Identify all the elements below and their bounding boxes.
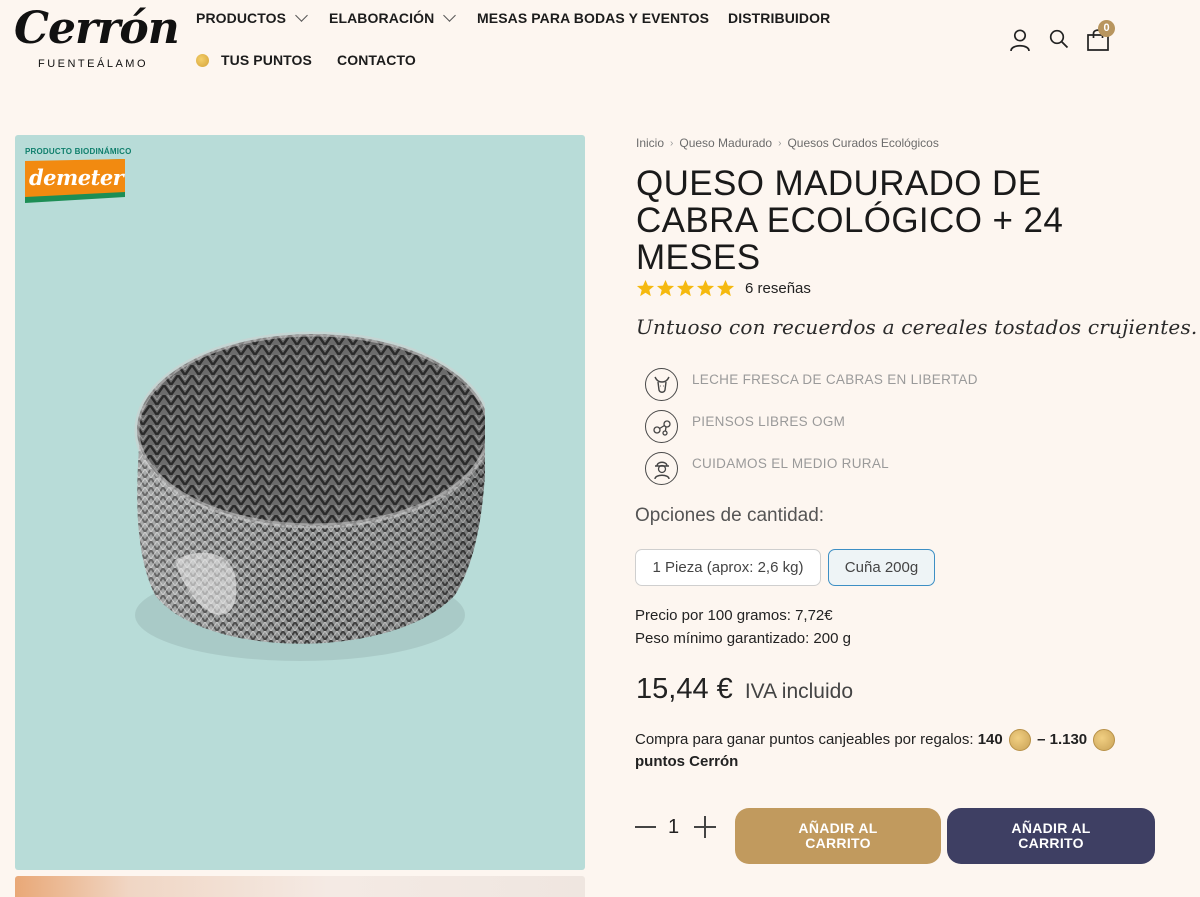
coin-icon	[1008, 729, 1031, 752]
price-per-100g: Precio por 100 gramos: 7,72€	[635, 607, 833, 624]
reviews-link[interactable]: 6 reseñas	[745, 280, 811, 297]
feature-ogm-text: PIENSOS LIBRES OGM	[692, 414, 846, 429]
points-min: 140	[977, 731, 1003, 748]
quantity-input[interactable]: 1	[668, 816, 679, 839]
quantity-increase-button[interactable]	[694, 816, 716, 838]
feature-goats-text: LECHE FRESCA DE CABRAS EN LIBERTAD	[692, 372, 978, 387]
feature-goats: LECHE FRESCA DE CABRAS EN LIBERTAD	[645, 368, 978, 401]
add-to-cart-alt-label: AÑADIR AL CARRITO	[1011, 820, 1091, 851]
nav-contacto[interactable]: CONTACTO	[337, 52, 416, 68]
nav-elaboracion[interactable]: ELABORACIÓN	[329, 9, 457, 26]
feature-ogm: PIENSOS LIBRES OGM	[645, 410, 845, 443]
product-tagline: Untuoso con recuerdos a cereales tostado…	[636, 315, 1198, 339]
farmer-icon	[645, 452, 678, 485]
quantity-decrease-button[interactable]	[635, 826, 656, 828]
demeter-logo-text: demeter	[29, 165, 124, 190]
price-value: 15,44 €	[636, 673, 733, 705]
feature-rural-text: CUIDAMOS EL MEDIO RURAL	[692, 456, 889, 471]
product-price: 15,44 € IVA incluido	[636, 673, 853, 706]
option-wedge-200g[interactable]: Cuña 200g	[828, 549, 935, 586]
cart-count-badge: 0	[1098, 20, 1115, 37]
molecule-icon	[645, 410, 678, 443]
star-icon	[656, 279, 675, 297]
chevron-right-icon: ›	[778, 137, 782, 149]
star-icon	[676, 279, 695, 297]
breadcrumb: Inicio › Queso Madurado › Quesos Curados…	[636, 136, 939, 150]
nav-mesas-label: MESAS PARA BODAS Y EVENTOS	[477, 10, 710, 26]
points-text: Compra para ganar puntos canjeables por …	[635, 731, 974, 748]
biodynamic-label: PRODUCTO BIODINÁMICO	[25, 147, 132, 156]
user-icon[interactable]	[1009, 28, 1031, 57]
breadcrumb-quesos-curados[interactable]: Quesos Curados Ecológicos	[787, 136, 938, 150]
chevron-right-icon: ›	[670, 137, 674, 149]
nav-contacto-label: CONTACTO	[337, 52, 416, 68]
coin-icon	[196, 53, 209, 67]
star-icon	[716, 279, 735, 297]
brand-name: Cerrón	[14, 3, 180, 54]
points-max: 1.130	[1049, 731, 1088, 748]
add-to-cart-button-alt[interactable]: AÑADIR AL CARRITO	[947, 808, 1155, 864]
points-unit: puntos Cerrón	[635, 753, 739, 771]
nav-tus-puntos[interactable]: TUS PUNTOS	[196, 52, 312, 68]
star-icon	[636, 279, 655, 297]
product-thumbnail[interactable]	[15, 876, 585, 897]
cart-button[interactable]: 0	[1086, 20, 1115, 52]
points-separator: –	[1037, 731, 1046, 748]
loyalty-points: Compra para ganar puntos canjeables por …	[635, 729, 1175, 773]
brand-subtitle: FUENTEÁLAMO	[37, 58, 148, 70]
goat-icon	[645, 368, 678, 401]
chevron-down-icon	[443, 9, 457, 22]
chevron-down-icon	[295, 9, 308, 22]
breadcrumb-inicio[interactable]: Inicio	[636, 136, 664, 150]
nav-elaboracion-label: ELABORACIÓN	[329, 10, 435, 26]
nav-distribuidor-label: DISTRIBUIDOR	[728, 10, 831, 26]
quantity-options-label: Opciones de cantidad:	[635, 505, 825, 526]
search-icon[interactable]	[1049, 29, 1069, 54]
product-image[interactable]: PRODUCTO BIODINÁMICO demeter	[15, 135, 585, 870]
product-title: QUESO MADURADO DE CABRA ECOLÓGICO + 24 M…	[636, 164, 1064, 277]
minimum-weight: Peso mínimo garantizado: 200 g	[635, 630, 851, 647]
cheese-wheel	[134, 331, 485, 661]
coin-icon	[1093, 729, 1116, 752]
feature-rural: CUIDAMOS EL MEDIO RURAL	[645, 452, 889, 485]
nav-tus-puntos-label: TUS PUNTOS	[221, 52, 312, 68]
nav-productos[interactable]: PRODUCTOS	[196, 9, 308, 26]
star-rating[interactable]	[636, 279, 735, 298]
breadcrumb-queso-madurado[interactable]: Queso Madurado	[679, 136, 772, 150]
star-icon	[696, 279, 715, 297]
price-tax-note: IVA incluido	[744, 680, 854, 703]
brand-logo[interactable]: Cerrón FUENTEÁLAMO	[14, 3, 180, 72]
nav-productos-label: PRODUCTOS	[196, 10, 287, 26]
nav-distribuidor[interactable]: DISTRIBUIDOR	[728, 10, 830, 26]
add-to-cart-button[interactable]: AÑADIR AL CARRITO	[735, 808, 941, 864]
option-whole-piece[interactable]: 1 Pieza (aprox: 2,6 kg)	[635, 549, 821, 586]
nav-mesas[interactable]: MESAS PARA BODAS Y EVENTOS	[477, 10, 709, 26]
add-to-cart-label: AÑADIR AL CARRITO	[798, 820, 878, 851]
